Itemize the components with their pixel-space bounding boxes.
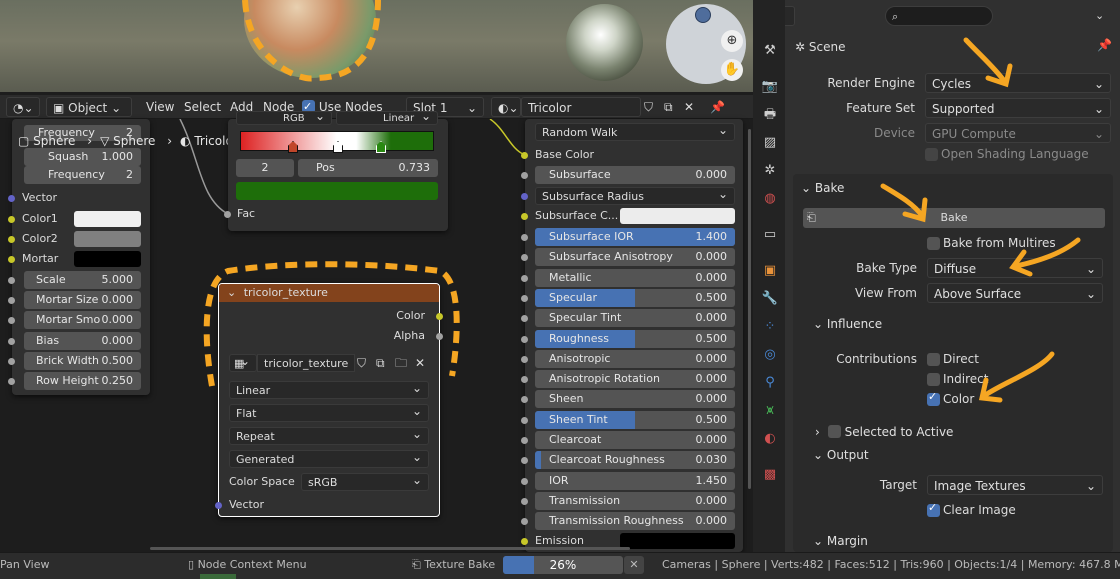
status-bar: Pan View ▯ Node Context Menu ⎗ Texture B… — [0, 552, 1120, 579]
frame-indicator — [200, 574, 236, 579]
bake-progress-bar: 26% — [503, 556, 623, 574]
status-pan-view: Pan View — [0, 558, 50, 571]
bake-icon: ⎗ — [412, 558, 425, 571]
annotation-arrows — [880, 37, 1081, 403]
progress-text: 26% — [549, 558, 577, 572]
status-stats: Cameras | Sphere | Verts:482 | Faces:512… — [662, 558, 1120, 571]
cancel-job-icon[interactable]: ✕ — [624, 556, 644, 574]
mouse-icon: ▯ — [188, 558, 198, 571]
status-context-menu: ▯ Node Context Menu — [188, 558, 307, 571]
status-job: ⎗ Texture Bake — [412, 558, 496, 571]
